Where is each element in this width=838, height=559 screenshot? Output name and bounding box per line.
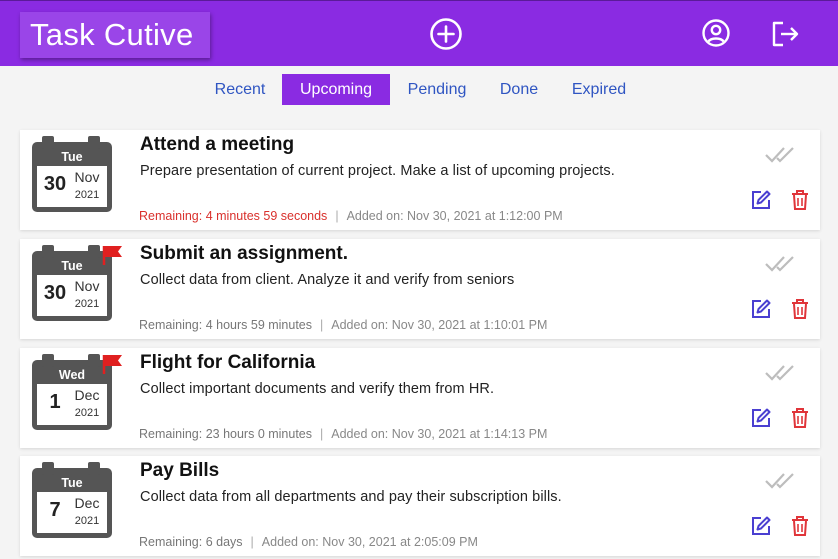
task-description: Prepare presentation of current project.…	[140, 163, 615, 179]
account-circle-icon[interactable]	[701, 18, 731, 48]
task-day: 30	[43, 282, 67, 304]
task-card: Tue 7 Dec 2021 Pay Bills Collect data fr…	[20, 456, 820, 556]
task-day: 1	[49, 391, 61, 413]
task-remaining: Remaining: 4 minutes 59 seconds	[139, 209, 328, 223]
delete-icon[interactable]	[791, 515, 809, 537]
tab-done[interactable]: Done	[492, 74, 546, 105]
task-meta: Remaining: 4 hours 59 minutes | Added on: …	[139, 318, 547, 332]
done-all-icon[interactable]	[764, 252, 796, 274]
calendar-icon: Tue 30 Nov 2021	[32, 245, 112, 321]
app-logo[interactable]: Task Cutive	[20, 12, 210, 58]
tab-recent[interactable]: Recent	[205, 74, 275, 105]
task-description: Collect data from all departments and pa…	[140, 489, 562, 505]
task-day: 7	[49, 499, 61, 521]
meta-separator: |	[320, 318, 324, 332]
delete-icon[interactable]	[791, 407, 809, 429]
add-circle-icon[interactable]	[429, 17, 463, 51]
task-meta: Remaining: 6 days | Added on: Nov 30, 2021…	[139, 535, 478, 549]
task-added: Added on: Nov 30, 2021 at 1:12:00 PM	[346, 209, 563, 223]
task-year: 2021	[74, 407, 100, 419]
task-description: Collect important documents and verify t…	[140, 381, 495, 397]
task-meta: Remaining: 23 hours 0 minutes | Added on: …	[139, 427, 547, 441]
task-remaining: Remaining: 23 hours 0 minutes	[139, 427, 313, 441]
task-month: Nov	[74, 169, 100, 185]
flag-icon	[102, 246, 122, 265]
task-year: 2021	[74, 515, 100, 527]
calendar-icon: Tue 7 Dec 2021	[32, 462, 112, 538]
edit-icon[interactable]	[750, 298, 772, 320]
task-card: Wed 1 Dec 2021 Flight for California Col…	[20, 348, 820, 448]
calendar-icon: Wed 1 Dec 2021	[32, 354, 112, 430]
task-remaining: Remaining: 4 hours 59 minutes	[139, 318, 313, 332]
done-all-icon[interactable]	[764, 143, 796, 165]
meta-separator: |	[250, 535, 254, 549]
task-remaining: Remaining: 6 days	[139, 535, 243, 549]
task-added: Added on: Nov 30, 2021 at 2:05:09 PM	[261, 535, 478, 549]
task-year: 2021	[74, 189, 100, 201]
task-added: Added on: Nov 30, 2021 at 1:14:13 PM	[331, 427, 548, 441]
task-weekday: Wed	[58, 368, 86, 382]
task-meta: Remaining: 4 minutes 59 seconds | Added on…	[139, 209, 563, 223]
task-added: Added on: Nov 30, 2021 at 1:10:01 PM	[331, 318, 548, 332]
app-header: Task Cutive	[0, 0, 838, 66]
task-card: Tue 30 Nov 2021 Submit an assignment. Co…	[20, 239, 820, 339]
edit-icon[interactable]	[750, 515, 772, 537]
calendar-icon: Tue 30 Nov 2021	[32, 136, 112, 212]
logout-icon[interactable]	[770, 19, 802, 49]
task-day: 30	[43, 173, 67, 195]
task-description: Collect data from client. Analyze it and…	[140, 272, 515, 288]
task-month: Dec	[74, 387, 100, 403]
tab-bar: Recent Upcoming Pending Done Expired	[0, 74, 838, 106]
task-card: Tue 30 Nov 2021 Attend a meeting Prepare…	[20, 130, 820, 230]
task-weekday: Tue	[61, 150, 83, 164]
task-title: Pay Bills	[140, 460, 220, 481]
flag-icon	[102, 355, 122, 374]
task-year: 2021	[74, 298, 100, 310]
task-weekday: Tue	[61, 259, 83, 273]
task-weekday: Tue	[61, 476, 83, 490]
delete-icon[interactable]	[791, 298, 809, 320]
tab-upcoming[interactable]: Upcoming	[282, 74, 390, 105]
meta-separator: |	[320, 427, 324, 441]
task-title: Submit an assignment.	[140, 243, 348, 264]
done-all-icon[interactable]	[764, 361, 796, 383]
task-month: Nov	[74, 278, 100, 294]
edit-icon[interactable]	[750, 407, 772, 429]
done-all-icon[interactable]	[764, 469, 796, 491]
tab-expired[interactable]: Expired	[562, 74, 636, 105]
tab-pending[interactable]: Pending	[398, 74, 476, 105]
meta-separator: |	[335, 209, 339, 223]
delete-icon[interactable]	[791, 189, 809, 211]
edit-icon[interactable]	[750, 189, 772, 211]
task-title: Attend a meeting	[140, 134, 295, 155]
task-title: Flight for California	[140, 352, 316, 373]
task-month: Dec	[74, 495, 100, 511]
